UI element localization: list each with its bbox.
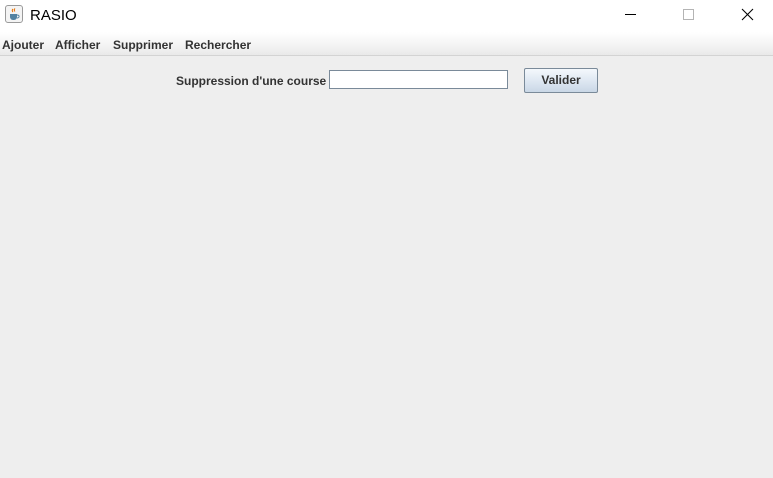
app-window: RASIO Ajouter Afficher Supprimer Recherc…	[0, 0, 773, 478]
validate-button[interactable]: Valider	[524, 68, 598, 93]
menu-bar: Ajouter Afficher Supprimer Rechercher	[0, 32, 773, 56]
course-input[interactable]	[329, 70, 508, 89]
course-deletion-label: Suppression d'une course	[176, 74, 327, 88]
menu-rechercher[interactable]: Rechercher	[185, 38, 251, 52]
maximize-button[interactable]	[666, 0, 712, 30]
close-button[interactable]	[724, 0, 770, 30]
minimize-icon	[625, 14, 636, 15]
minimize-button[interactable]	[608, 0, 654, 30]
java-cup-icon[interactable]	[5, 5, 23, 23]
maximize-icon	[683, 9, 694, 20]
menu-supprimer[interactable]: Supprimer	[113, 38, 173, 52]
menu-ajouter[interactable]: Ajouter	[2, 38, 44, 52]
close-icon	[741, 8, 754, 21]
title-bar[interactable]: RASIO	[0, 0, 773, 32]
menu-afficher[interactable]: Afficher	[55, 38, 100, 52]
window-title: RASIO	[30, 7, 77, 24]
